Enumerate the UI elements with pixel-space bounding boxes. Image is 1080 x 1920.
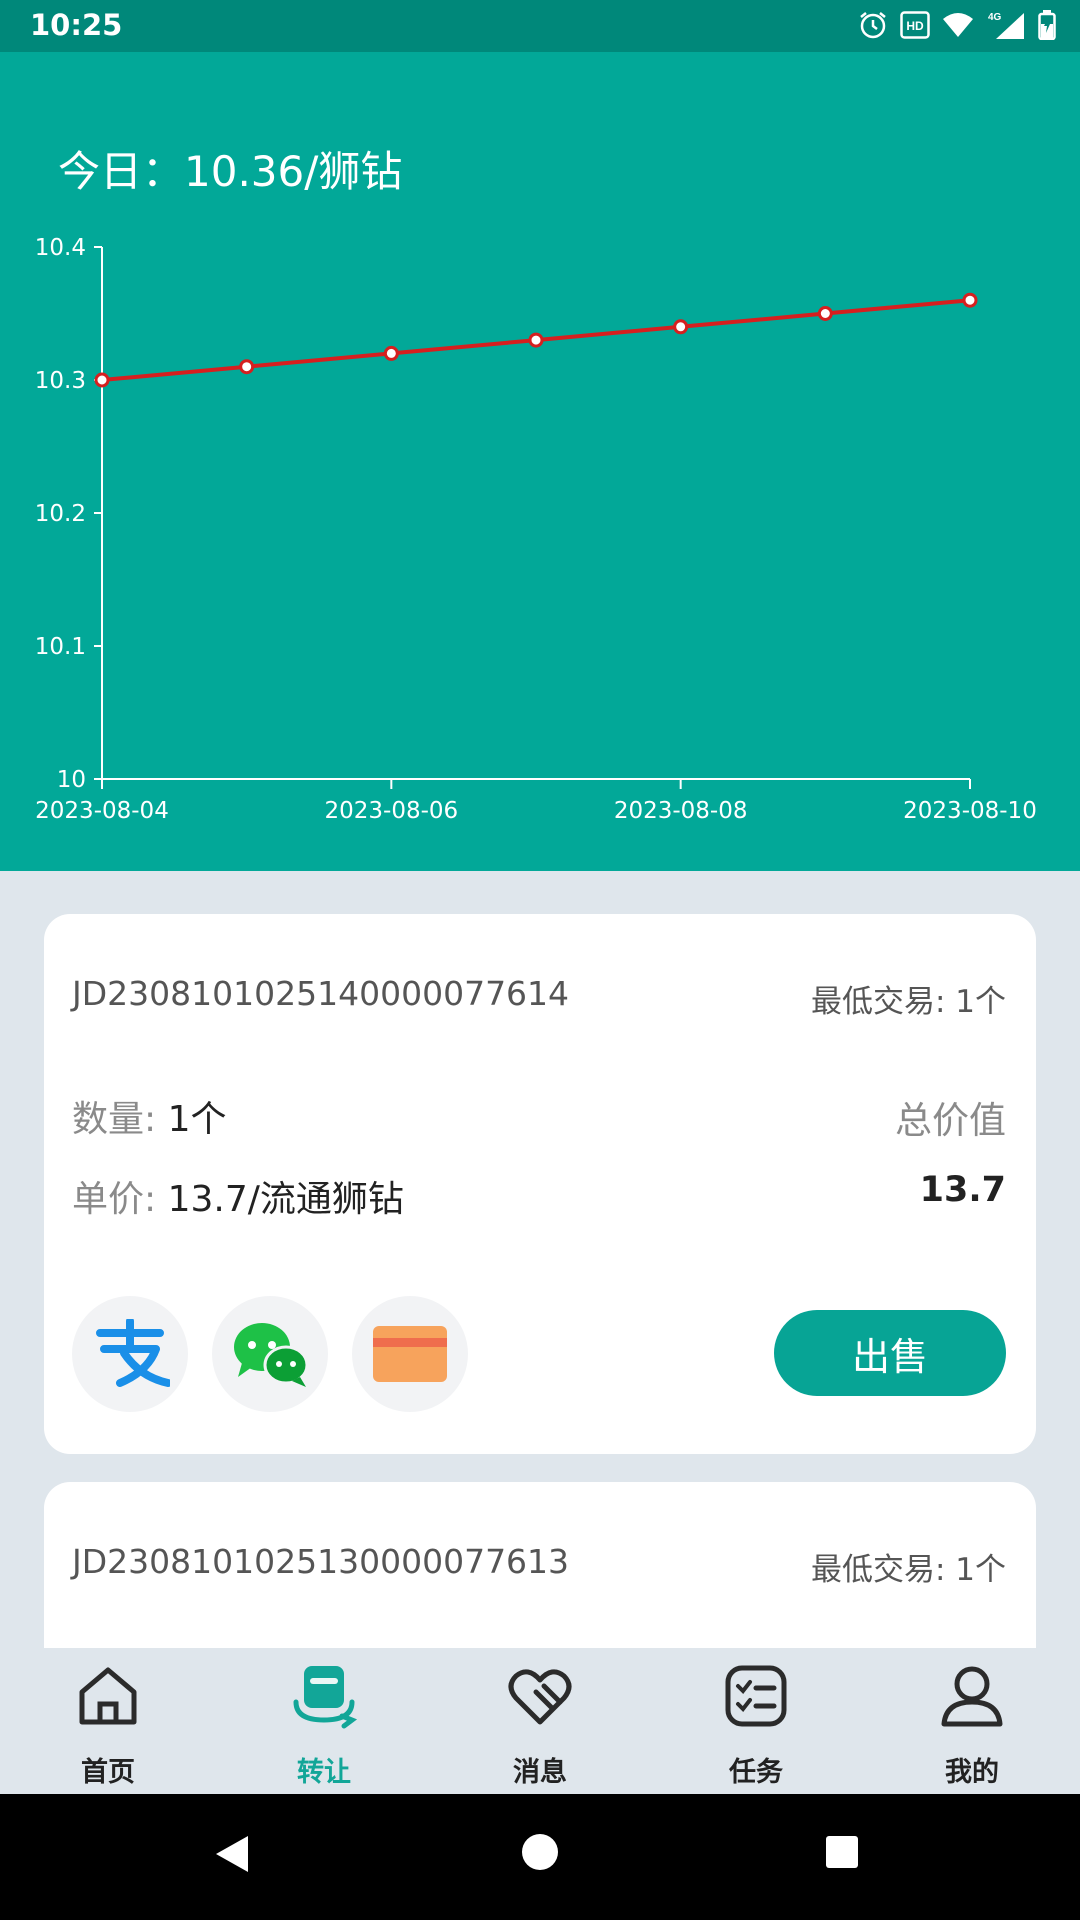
home-icon — [79, 1667, 137, 1725]
status-bar: 10:25 HD 4G — [0, 0, 1080, 52]
unit-price-value: 13.7/流通狮钻 — [167, 1179, 404, 1220]
price-chart-panel: 10.4 10.3 10.2 10.1 10 2023-08-04 2023-08-06 20… — [0, 52, 1080, 871]
tab-transfer[interactable]: 转让 — [216, 1648, 432, 1794]
message-icon — [508, 1669, 572, 1725]
svg-text:4G: 4G — [988, 12, 1002, 23]
y-tick-label: 10 — [57, 767, 86, 793]
y-tick-label: 10.2 — [35, 501, 86, 527]
tab-profile[interactable]: 我的 — [864, 1648, 1080, 1794]
min-trade-label: 最低交易: 1个 — [810, 1552, 1006, 1588]
status-time: 10:25 — [30, 8, 123, 42]
cellular-signal-icon: 4G — [988, 12, 1024, 39]
quantity-row: 数量: 1个 — [72, 1090, 227, 1142]
quantity-value: 1个 — [167, 1099, 227, 1140]
recent-apps-icon[interactable] — [826, 1836, 858, 1868]
hd-icon: HD — [900, 11, 930, 39]
tab-tasks-label: 任务 — [729, 1757, 783, 1788]
home-nav-icon[interactable] — [522, 1834, 558, 1870]
task-icon — [725, 1665, 787, 1727]
wechat-icon — [212, 1296, 328, 1412]
x-tick-label: 2023-08-08 — [614, 798, 748, 824]
data-point — [239, 359, 255, 375]
tab-home[interactable]: 首页 — [0, 1648, 216, 1794]
tab-home-label: 首页 — [81, 1757, 135, 1788]
back-icon[interactable] — [214, 1834, 250, 1874]
bank-card-icon — [352, 1296, 468, 1412]
y-tick-label: 10.1 — [35, 634, 86, 660]
data-point — [94, 372, 110, 388]
status-icons: HD 4G — [858, 10, 1056, 40]
tab-messages-label: 消息 — [513, 1757, 567, 1788]
sell-button[interactable]: 出售 — [774, 1310, 1006, 1396]
transfer-icon — [293, 1666, 358, 1729]
data-point — [817, 306, 833, 321]
data-point — [383, 345, 399, 361]
unit-price-label: 单价: — [72, 1179, 157, 1220]
order-card[interactable]: JD23081010251400000776​14 最低交易: 1个 数量: 1… — [44, 914, 1036, 1454]
y-tick-label: 10.4 — [35, 235, 86, 261]
x-tick-label: 2023-08-04 — [35, 798, 169, 824]
alarm-icon — [860, 12, 886, 39]
bottom-tab-bar: 首页 转让 消息 任务 我的 — [0, 1648, 1080, 1794]
alipay-icon — [72, 1296, 188, 1412]
y-tick-label: 10.3 — [35, 368, 86, 394]
min-trade-label: 最低交易: 1个 — [810, 984, 1006, 1020]
total-value-label: 总价值 — [895, 1099, 1006, 1142]
total-value: 13.7 — [919, 1170, 1006, 1210]
data-point — [528, 332, 544, 348]
quantity-label: 数量: — [72, 1099, 157, 1140]
data-point — [962, 292, 978, 308]
profile-icon — [941, 1666, 1003, 1727]
tab-tasks[interactable]: 任务 — [648, 1648, 864, 1794]
tab-transfer-label: 转让 — [297, 1757, 351, 1788]
tab-profile-label: 我的 — [945, 1757, 999, 1788]
data-point — [673, 319, 689, 335]
unit-price-row: 单价: 13.7/流通狮钻 — [72, 1170, 404, 1222]
tab-messages[interactable]: 消息 — [432, 1648, 648, 1794]
x-tick-label: 2023-08-06 — [324, 798, 458, 824]
order-id: JD23081010251400000776​14 — [72, 974, 570, 1013]
x-tick-label: 2023-08-10 — [903, 798, 1037, 824]
order-id: JD23081010251300000776​13 — [72, 1542, 570, 1581]
svg-text:HD: HD — [906, 19, 924, 33]
today-price-label: 今日：10.36/狮钻 — [58, 147, 403, 196]
battery-icon — [1038, 10, 1056, 40]
wifi-icon — [943, 13, 973, 37]
system-nav-bar — [0, 1794, 1080, 1920]
